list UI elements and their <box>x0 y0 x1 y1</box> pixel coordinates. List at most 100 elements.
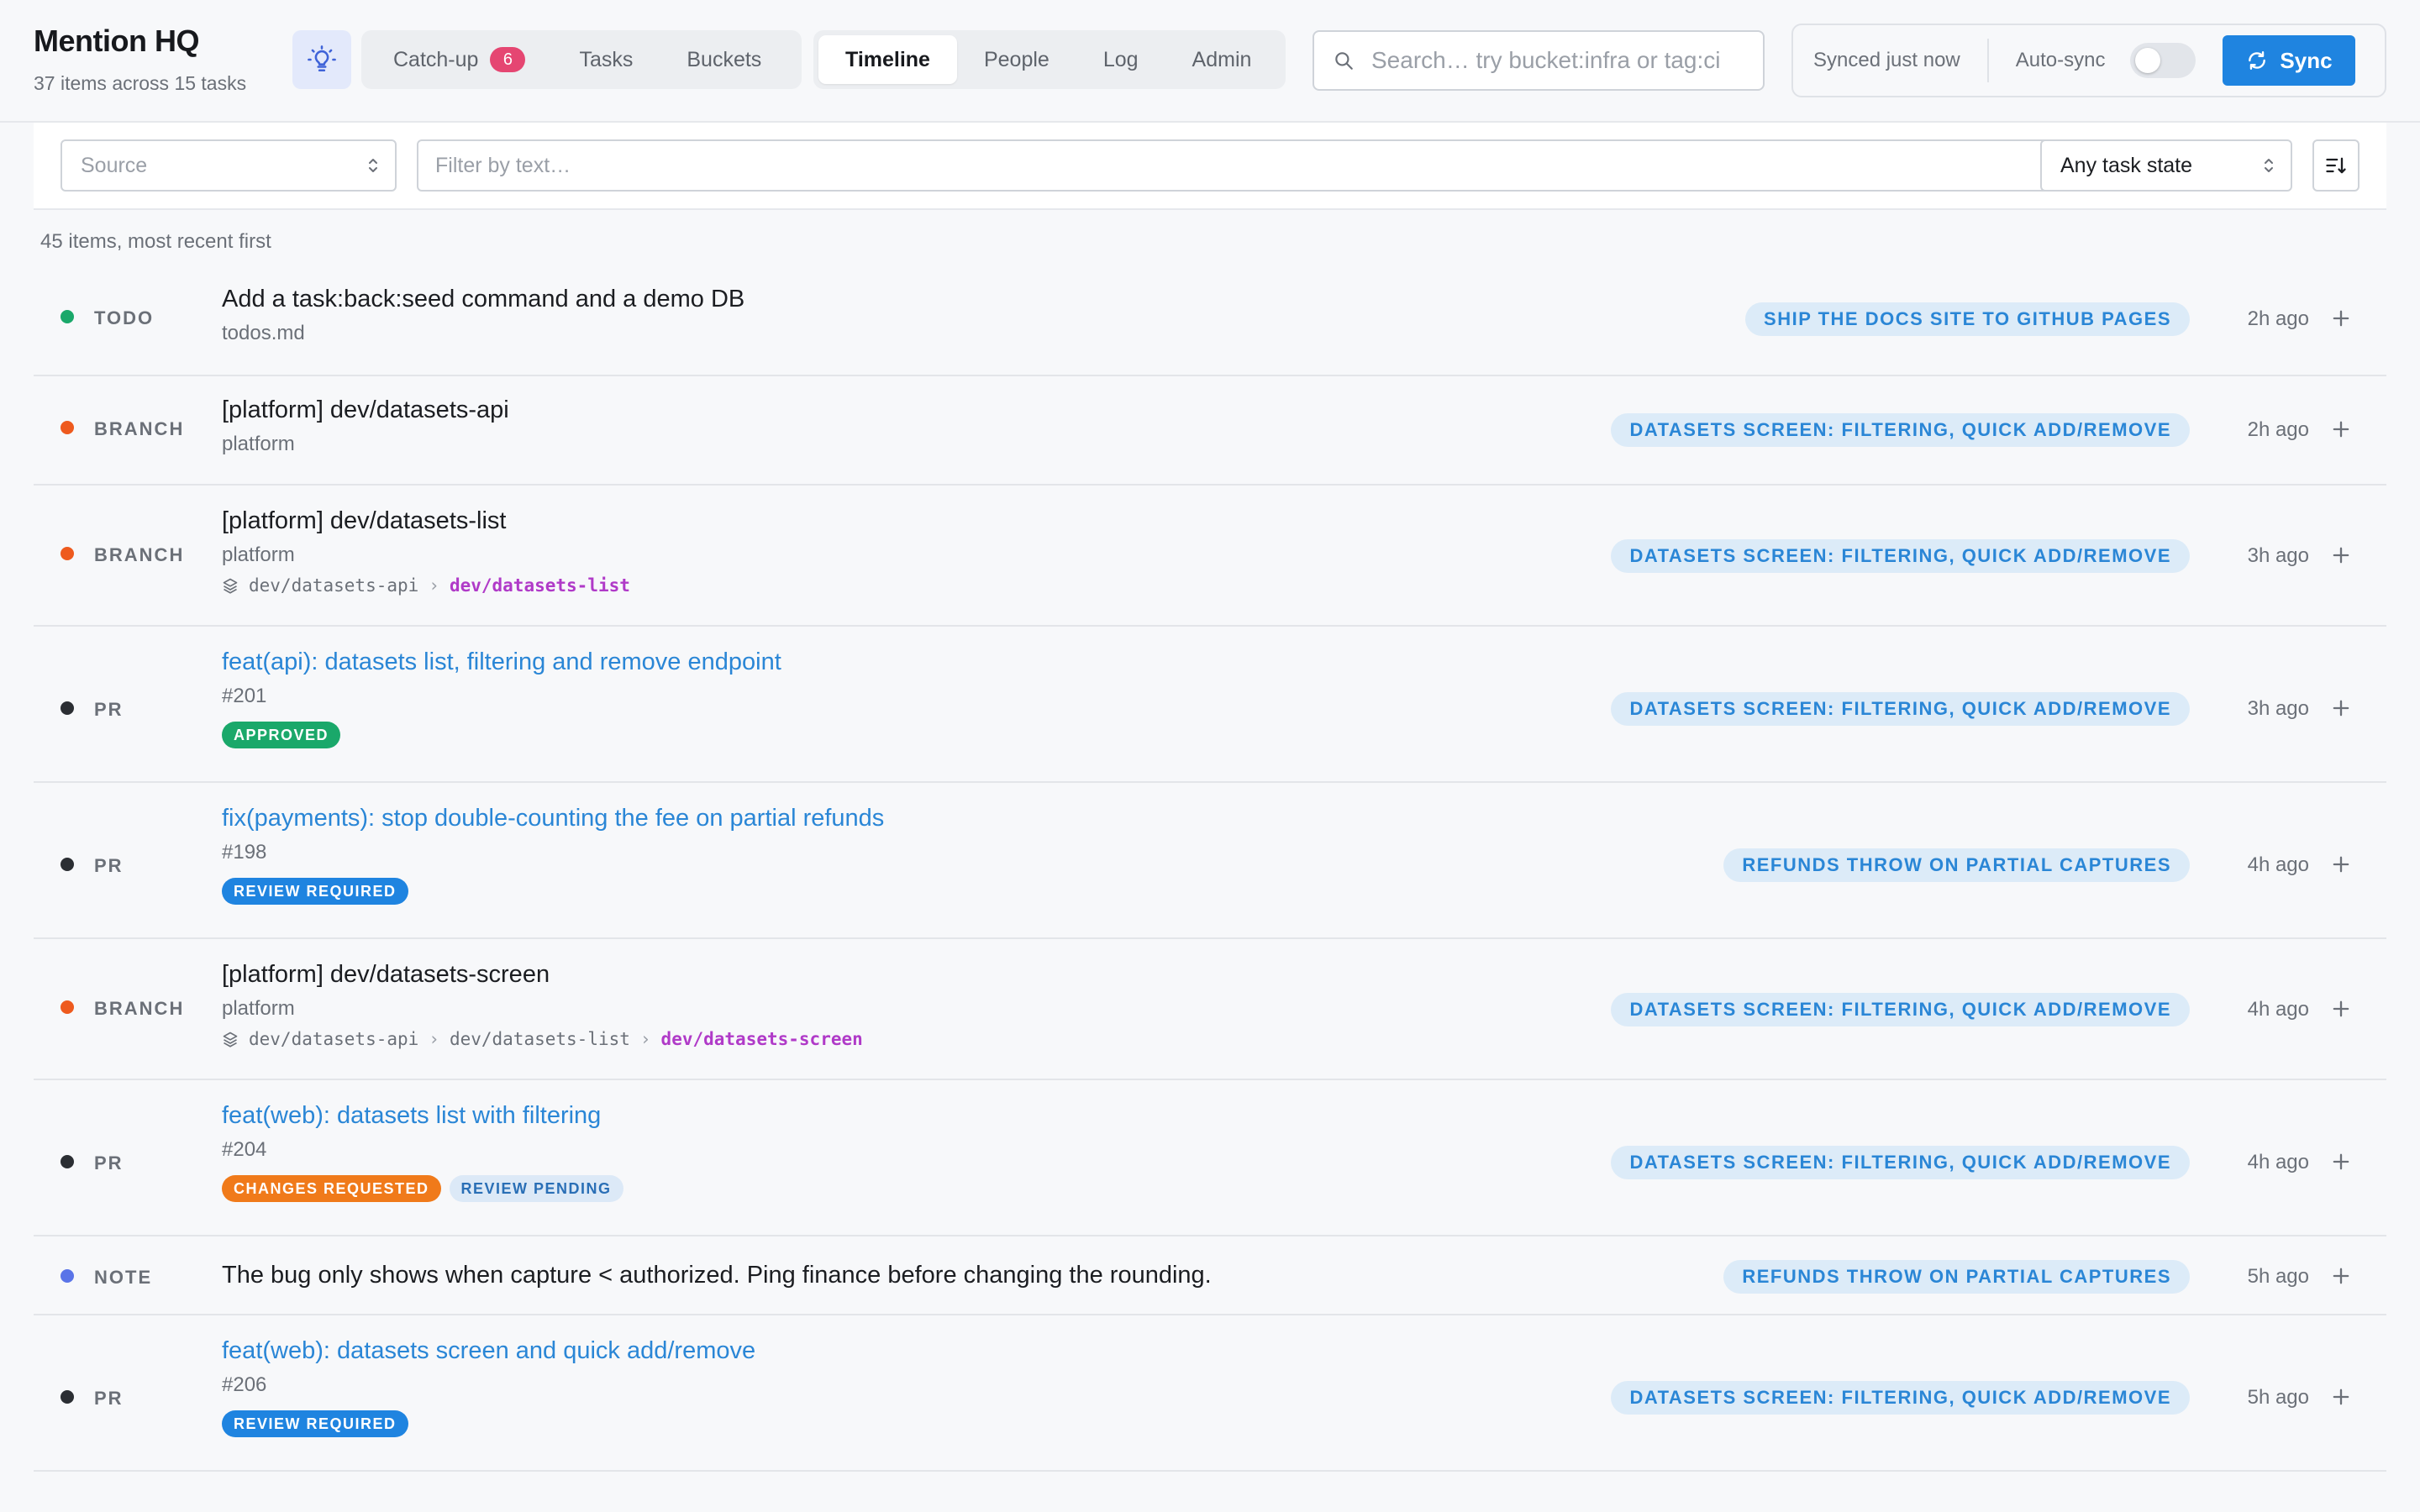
timeline-row[interactable]: BRANCH [platform] dev/datasets-screen plat… <box>34 939 2386 1080</box>
bucket-tag[interactable]: DATASETS SCREEN: FILTERING, QUICK ADD/RE… <box>1611 692 2190 726</box>
add-icon[interactable] <box>2329 1264 2353 1288</box>
chevron-right-icon: › <box>639 1029 651 1049</box>
item-kind-label: PR <box>94 699 124 720</box>
tab-log[interactable]: Log <box>1076 35 1165 84</box>
tab-people[interactable]: People <box>957 35 1076 84</box>
add-icon[interactable] <box>2329 696 2353 720</box>
timestamp: 5h ago <box>2247 1386 2309 1409</box>
tab-admin[interactable]: Admin <box>1165 35 1279 84</box>
branch-stack-chain: dev/datasets-api › dev/datasets-list › dev/d… <box>222 1029 863 1049</box>
item-subtitle: platform <box>222 433 295 455</box>
item-subtitle: todos.md <box>222 322 305 344</box>
sync-panel: Synced just now Auto-sync Sync <box>1791 24 2386 97</box>
bucket-tag[interactable]: REFUNDS THROW ON PARTIAL CAPTURES <box>1723 848 2190 882</box>
item-subtitle: platform <box>222 997 295 1020</box>
item-title-link[interactable]: feat(web): datasets screen and quick add… <box>222 1337 755 1365</box>
filter-text-field <box>417 139 2054 192</box>
bucket-tag[interactable]: DATASETS SCREEN: FILTERING, QUICK ADD/RE… <box>1611 413 2190 447</box>
bucket-tag[interactable]: DATASETS SCREEN: FILTERING, QUICK ADD/RE… <box>1611 1146 2190 1179</box>
timestamp: 2h ago <box>2247 307 2309 330</box>
bucket-tag[interactable]: DATASETS SCREEN: FILTERING, QUICK ADD/RE… <box>1611 539 2190 573</box>
item-title-link[interactable]: fix(payments): stop double-counting the … <box>222 805 884 832</box>
timestamp: 4h ago <box>2247 1151 2309 1173</box>
item-body: feat(web): datasets list with filtering #… <box>222 1102 623 1202</box>
sync-button[interactable]: Sync <box>2223 35 2356 86</box>
item-subtitle: platform <box>222 543 295 566</box>
task-state-value: Any task state <box>2060 153 2193 177</box>
bucket-tag[interactable]: DATASETS SCREEN: FILTERING, QUICK ADD/RE… <box>1611 1381 2190 1415</box>
top-header: Mention HQ 37 items across 15 tasks Catc… <box>0 0 2420 123</box>
bucket-tag[interactable]: SHIP THE DOCS SITE TO GITHUB PAGES <box>1745 302 2190 336</box>
search-input[interactable] <box>1371 47 1758 74</box>
task-state-select[interactable]: Any task state <box>2040 139 2292 192</box>
tab-catch-up[interactable]: Catch-up 6 <box>366 35 552 84</box>
add-icon[interactable] <box>2329 1150 2353 1173</box>
review-status-badges: REVIEW REQUIRED <box>222 878 884 905</box>
review-status-badge: REVIEW REQUIRED <box>222 878 408 905</box>
filter-text-input[interactable] <box>435 153 2052 178</box>
lightbulb-button[interactable] <box>292 30 351 89</box>
timeline-list: TODO Add a task:back:seed command and a d… <box>34 267 2386 1472</box>
brand: Mention HQ 37 items across 15 tasks <box>34 24 246 95</box>
branch-name[interactable]: dev/datasets-screen <box>661 1029 863 1049</box>
timeline-row[interactable]: BRANCH [platform] dev/datasets-api platfor… <box>34 376 2386 486</box>
timeline-row[interactable]: BRANCH [platform] dev/datasets-list platfo… <box>34 486 2386 627</box>
bucket-tag[interactable]: DATASETS SCREEN: FILTERING, QUICK ADD/RE… <box>1611 993 2190 1026</box>
branch-name[interactable]: dev/datasets-api <box>249 575 418 596</box>
item-subtitle: #201 <box>222 685 267 707</box>
item-title-link[interactable]: feat(api): datasets list, filtering and … <box>222 648 781 676</box>
item-title: The bug only shows when capture < author… <box>222 1262 1212 1289</box>
add-icon[interactable] <box>2329 543 2353 567</box>
tab-tasks[interactable]: Tasks <box>552 35 660 84</box>
item-title: [platform] dev/datasets-screen <box>222 961 550 988</box>
status-dot <box>60 1269 74 1283</box>
branch-name[interactable]: dev/datasets-list <box>450 1029 630 1049</box>
timestamp: 4h ago <box>2247 853 2309 876</box>
timeline-row[interactable]: TODO Add a task:back:seed command and a d… <box>34 267 2386 376</box>
tab-timeline[interactable]: Timeline <box>818 35 957 84</box>
item-count-text: 45 items, most recent first <box>40 230 271 253</box>
timestamp: 5h ago <box>2247 1265 2309 1288</box>
layers-icon <box>223 578 238 594</box>
item-subtitle: #206 <box>222 1373 267 1396</box>
add-icon[interactable] <box>2329 307 2353 330</box>
tab-label: Catch-up <box>393 47 479 71</box>
timeline-row[interactable]: NOTE The bug only shows when capture < au… <box>34 1236 2386 1315</box>
review-status-badge: REVIEW PENDING <box>449 1175 623 1202</box>
tab-buckets[interactable]: Buckets <box>660 35 788 84</box>
timeline-row[interactable]: PR feat(api): datasets list, filtering an… <box>34 627 2386 783</box>
sort-order-button[interactable] <box>2312 139 2360 192</box>
timeline-row[interactable]: PR fix(payments): stop double-counting th… <box>34 783 2386 939</box>
branch-name[interactable]: dev/datasets-list <box>450 575 630 596</box>
timestamp: 3h ago <box>2247 544 2309 567</box>
search-icon <box>1335 52 1353 70</box>
divider <box>1986 39 1989 82</box>
catch-up-count-badge: 6 <box>490 47 526 72</box>
add-icon[interactable] <box>2329 997 2353 1021</box>
branch-stack-chain: dev/datasets-api › dev/datasets-list <box>222 575 630 596</box>
add-icon[interactable] <box>2329 1385 2353 1409</box>
timeline-row[interactable]: PR feat(web): datasets list with filterin… <box>34 1080 2386 1236</box>
item-kind-label: PR <box>94 855 124 876</box>
item-body: [platform] dev/datasets-list platform dev/… <box>222 507 630 596</box>
bucket-tag[interactable]: REFUNDS THROW ON PARTIAL CAPTURES <box>1723 1260 2190 1294</box>
status-dot <box>60 547 74 560</box>
status-dot <box>60 1390 74 1404</box>
toggle-knob <box>2135 48 2161 73</box>
branch-name[interactable]: dev/datasets-api <box>249 1029 418 1049</box>
chevron-right-icon: › <box>429 575 439 596</box>
autosync-label: Auto-sync <box>2015 49 2106 71</box>
status-dot <box>60 421 74 434</box>
add-icon[interactable] <box>2329 853 2353 876</box>
item-title-link[interactable]: feat(web): datasets list with filtering <box>222 1102 623 1130</box>
status-dot <box>60 310 74 323</box>
item-body: feat(api): datasets list, filtering and … <box>222 648 781 748</box>
source-select[interactable]: Source <box>60 139 397 192</box>
timeline-row[interactable]: PR feat(web): datasets screen and quick a… <box>34 1315 2386 1472</box>
autosync-toggle[interactable] <box>2130 43 2196 78</box>
app-subtitle: 37 items across 15 tasks <box>34 72 247 94</box>
refresh-icon <box>2249 51 2266 70</box>
add-icon[interactable] <box>2329 417 2353 441</box>
item-kind-label: PR <box>94 1388 124 1409</box>
search-box <box>1313 30 1765 91</box>
